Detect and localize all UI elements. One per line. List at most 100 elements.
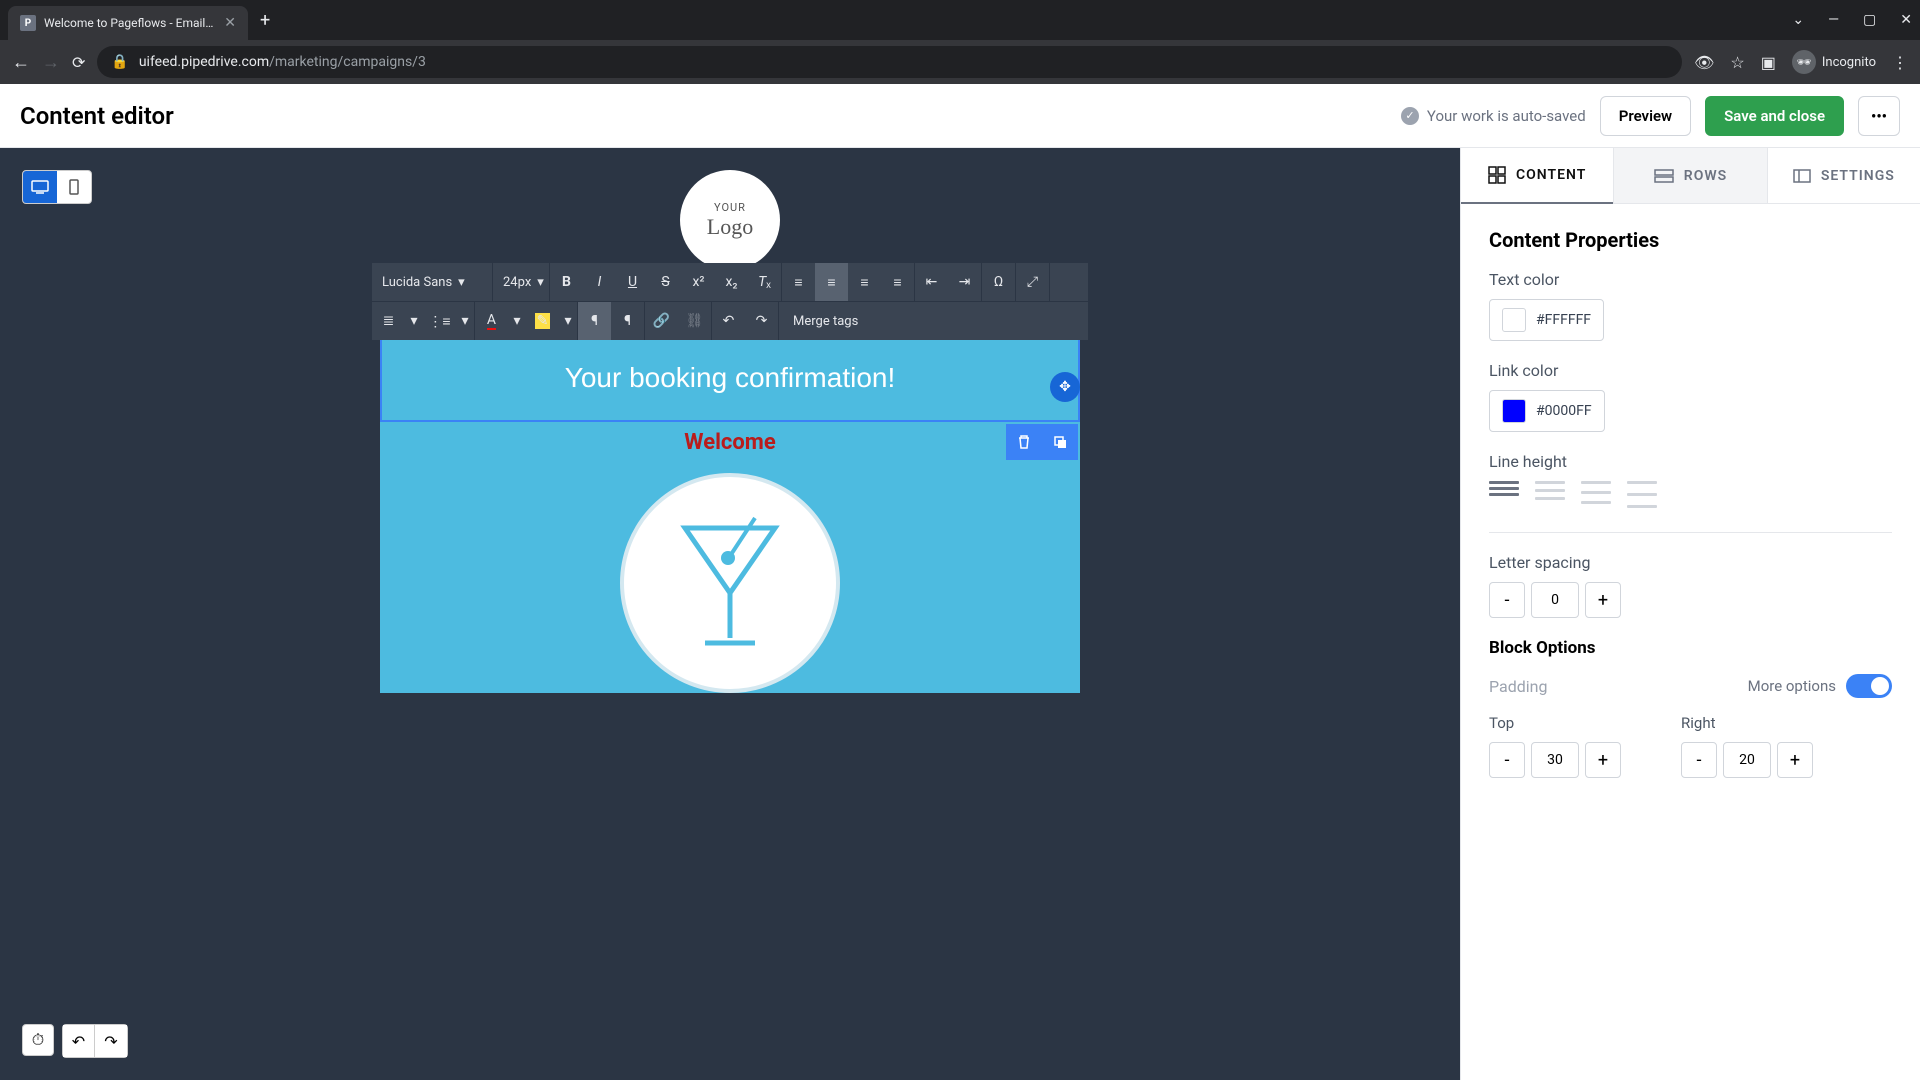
link-button[interactable]: 🔗 <box>645 302 678 340</box>
delete-block-button[interactable] <box>1006 424 1042 460</box>
trash-icon <box>1016 434 1032 450</box>
grid-icon <box>1488 166 1506 184</box>
unlink-button[interactable]: ⛓ <box>678 302 711 340</box>
chevron-down-icon[interactable]: ⌄ <box>1792 12 1804 28</box>
redo-canvas-button[interactable]: ↷ <box>95 1025 127 1057</box>
preview-button[interactable]: Preview <box>1600 96 1691 136</box>
tab-settings[interactable]: SETTINGS <box>1768 148 1920 204</box>
align-center-button[interactable]: ≡ <box>815 263 848 301</box>
selected-text-block[interactable]: ✥ Your booking confirmation! <box>380 334 1080 422</box>
tab-rows[interactable]: ROWS <box>1613 148 1767 204</box>
indent-button[interactable]: ⇥ <box>948 263 981 301</box>
unordered-list-button[interactable]: ⋮≡ <box>423 302 456 340</box>
clear-format-button[interactable]: Tₓ <box>748 263 781 301</box>
tab-rows-label: ROWS <box>1684 168 1727 184</box>
tab-title: Welcome to Pageflows - Email ca <box>44 16 216 30</box>
subscript-button[interactable]: x₂ <box>715 263 748 301</box>
align-left-button[interactable]: ≡ <box>782 263 815 301</box>
outdent-button[interactable]: ⇤ <box>915 263 948 301</box>
letter-spacing-decrease[interactable]: - <box>1489 582 1525 618</box>
align-justify-button[interactable]: ≡ <box>881 263 914 301</box>
letter-spacing-input[interactable] <box>1531 582 1579 618</box>
rows-icon <box>1654 169 1674 183</box>
special-char-button[interactable]: Ω <box>982 263 1015 301</box>
favicon: P <box>20 15 36 31</box>
line-height-normal[interactable] <box>1535 481 1565 508</box>
star-icon[interactable]: ☆ <box>1730 53 1744 72</box>
incognito-badge[interactable]: 🕶 Incognito <box>1792 50 1876 74</box>
minimize-icon[interactable]: — <box>1828 12 1839 28</box>
text-color-button[interactable]: A <box>475 302 508 340</box>
more-options-button[interactable]: ••• <box>1858 96 1900 136</box>
cocktail-image[interactable] <box>620 473 840 693</box>
history-button[interactable]: ⏱ <box>22 1024 54 1056</box>
url-path: /marketing/campaigns/3 <box>269 54 426 70</box>
more-options-label: More options <box>1748 677 1836 695</box>
link-color-picker[interactable]: #0000FF <box>1489 390 1605 432</box>
more-options-toggle[interactable] <box>1846 674 1892 698</box>
browser-tab[interactable]: P Welcome to Pageflows - Email ca ✕ <box>8 6 248 40</box>
back-button[interactable]: ← <box>12 52 30 73</box>
padding-top-increase[interactable]: + <box>1585 742 1621 778</box>
autosave-status: ✓ Your work is auto-saved <box>1401 107 1586 125</box>
undo-button[interactable]: ↶ <box>712 302 745 340</box>
heading-text[interactable]: Your booking confirmation! <box>382 336 1078 420</box>
logo-placeholder[interactable]: YOUR Logo <box>680 170 780 270</box>
unordered-list-dropdown[interactable]: ▾ <box>456 302 474 340</box>
panel-icon[interactable]: ▣ <box>1761 53 1776 72</box>
new-tab-button[interactable]: + <box>260 10 270 31</box>
line-height-xloose[interactable] <box>1627 481 1657 508</box>
font-family-select[interactable]: Lucida Sans▾ <box>372 263 492 301</box>
padding-right-input[interactable] <box>1723 742 1771 778</box>
duplicate-block-button[interactable] <box>1042 424 1078 460</box>
padding-top-input[interactable] <box>1531 742 1579 778</box>
line-height-tight[interactable] <box>1489 481 1519 508</box>
padding-right-increase[interactable]: + <box>1777 742 1813 778</box>
ordered-list-button[interactable]: ≣ <box>372 302 405 340</box>
welcome-block[interactable]: Welcome <box>380 422 1080 693</box>
autosave-label: Your work is auto-saved <box>1427 107 1586 125</box>
strikethrough-button[interactable]: S <box>649 263 682 301</box>
mobile-view-button[interactable] <box>57 171 91 203</box>
padding-right-stepper: - + <box>1681 742 1813 778</box>
collapse-toolbar-button[interactable]: ⤢ <box>1016 263 1049 301</box>
forward-button[interactable]: → <box>42 52 60 73</box>
incognito-label: Incognito <box>1822 55 1876 70</box>
highlight-dropdown[interactable]: ▾ <box>559 302 577 340</box>
italic-button[interactable]: I <box>583 263 616 301</box>
reload-button[interactable]: ⟳ <box>72 53 85 72</box>
tab-content[interactable]: CONTENT <box>1461 148 1613 204</box>
undo-canvas-button[interactable]: ↶ <box>63 1025 95 1057</box>
close-window-icon[interactable]: ✕ <box>1900 12 1912 28</box>
welcome-text: Welcome <box>380 430 1080 455</box>
ltr-button[interactable]: ¶ <box>578 302 611 340</box>
incognito-icon: 🕶 <box>1792 50 1816 74</box>
underline-button[interactable]: U <box>616 263 649 301</box>
eye-off-icon[interactable]: 👁 <box>1694 53 1714 72</box>
close-icon[interactable]: ✕ <box>224 15 236 31</box>
bold-button[interactable]: B <box>550 263 583 301</box>
letter-spacing-increase[interactable]: + <box>1585 582 1621 618</box>
font-size-select[interactable]: 24px▾ <box>493 263 549 301</box>
padding-top-decrease[interactable]: - <box>1489 742 1525 778</box>
desktop-view-button[interactable] <box>23 171 57 203</box>
maximize-icon[interactable]: ▢ <box>1863 12 1876 28</box>
ordered-list-dropdown[interactable]: ▾ <box>405 302 423 340</box>
line-height-loose[interactable] <box>1581 481 1611 508</box>
desktop-icon <box>31 180 49 194</box>
text-color-picker[interactable]: #FFFFFF <box>1489 299 1604 341</box>
move-handle-icon[interactable]: ✥ <box>1050 372 1080 402</box>
padding-right-decrease[interactable]: - <box>1681 742 1717 778</box>
link-color-value: #0000FF <box>1536 403 1592 419</box>
align-right-button[interactable]: ≡ <box>848 263 881 301</box>
rtl-button[interactable]: ¶ <box>611 302 644 340</box>
text-color-dropdown[interactable]: ▾ <box>508 302 526 340</box>
merge-tags-button[interactable]: Merge tags <box>779 302 872 340</box>
letter-spacing-stepper: - + <box>1489 582 1892 618</box>
superscript-button[interactable]: x² <box>682 263 715 301</box>
highlight-button[interactable]: ✎ <box>526 302 559 340</box>
redo-button[interactable]: ↷ <box>745 302 778 340</box>
menu-icon[interactable]: ⋮ <box>1892 53 1908 72</box>
save-button[interactable]: Save and close <box>1705 96 1844 136</box>
address-bar[interactable]: 🔒 uifeed.pipedrive.com/marketing/campaig… <box>97 46 1682 78</box>
